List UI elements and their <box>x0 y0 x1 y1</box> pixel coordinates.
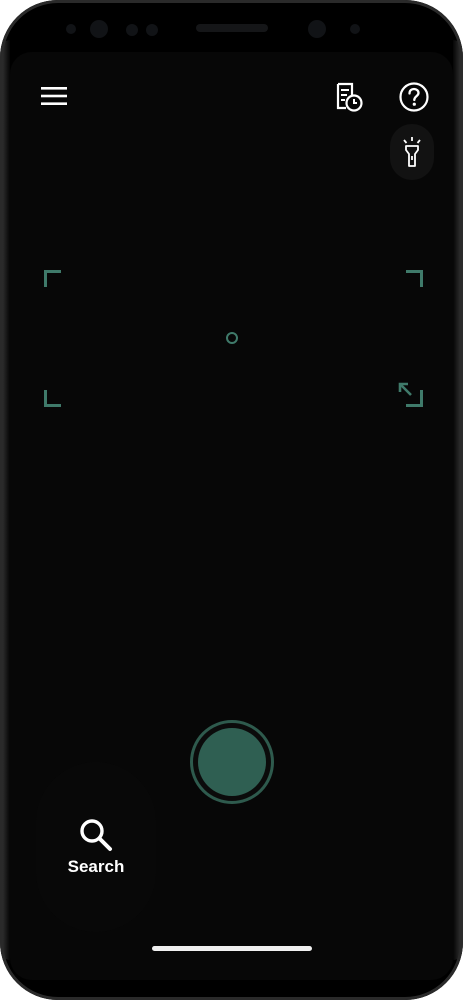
search-label: Search <box>67 857 125 876</box>
viewfinder-corner-top-left <box>44 270 61 287</box>
phone-left-edge <box>0 40 10 960</box>
history-button[interactable] <box>328 78 368 116</box>
phone-right-edge <box>453 40 463 960</box>
help-button[interactable] <box>394 78 434 116</box>
phone-frame: Search <box>0 0 463 1000</box>
focus-point <box>226 332 238 344</box>
help-question-icon <box>399 82 429 112</box>
sensor-dot <box>66 24 76 34</box>
sensor-dot <box>126 24 138 36</box>
flashlight-button[interactable] <box>390 124 434 180</box>
capture-button[interactable] <box>190 720 274 804</box>
camera-screen: Search <box>10 52 453 980</box>
capture-button-inner <box>198 728 266 796</box>
flashlight-icon <box>403 137 421 167</box>
history-document-clock-icon <box>336 82 363 112</box>
search-icon <box>80 819 112 851</box>
sensor-dot <box>350 24 360 34</box>
expand-viewfinder-button[interactable] <box>395 379 421 405</box>
viewfinder-corner-bottom-left <box>44 390 61 407</box>
earpiece-speaker <box>196 24 268 32</box>
hamburger-menu-icon <box>41 87 67 105</box>
viewfinder-corner-top-right <box>406 270 423 287</box>
search-button[interactable]: Search <box>36 762 156 932</box>
sensor-dot <box>146 24 158 36</box>
front-camera-dot <box>90 20 108 38</box>
iris-sensor-dot <box>308 20 326 38</box>
home-indicator[interactable] <box>152 946 312 951</box>
menu-button[interactable] <box>36 80 72 112</box>
expand-arrow-icon <box>398 382 412 396</box>
